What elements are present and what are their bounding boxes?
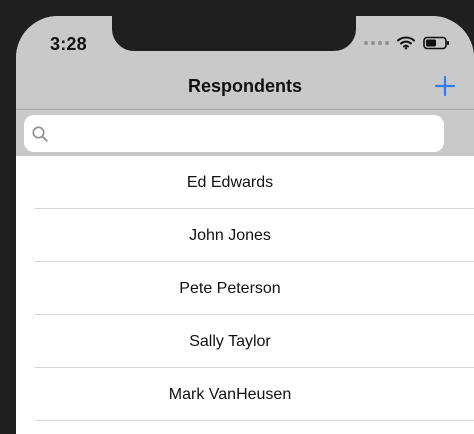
- add-respondent-button[interactable]: [434, 75, 456, 97]
- respondent-name: Ed Edwards: [186, 173, 274, 191]
- respondent-name: John Jones: [189, 226, 271, 244]
- navigation-divider: [16, 109, 474, 110]
- search-icon: [32, 125, 48, 142]
- device-notch: [112, 16, 356, 51]
- list-item[interactable]: Mark VanHeusen: [16, 368, 474, 421]
- search-field[interactable]: [24, 115, 444, 152]
- list-item[interactable]: Pete Peterson: [16, 262, 474, 315]
- phone-screen: 3:28 Respondents Ed Edwards John Jones P…: [16, 16, 474, 434]
- status-time: 3:28: [50, 34, 87, 54]
- list-item[interactable]: Ed Edwards: [16, 156, 474, 209]
- page-title: Respondents: [187, 76, 302, 96]
- plus-icon: [434, 75, 456, 97]
- list-item[interactable]: Sally Taylor: [16, 315, 474, 368]
- top-bar-area: 3:28 Respondents: [16, 16, 474, 156]
- respondent-name: Sally Taylor: [189, 332, 271, 350]
- respondent-list: Ed Edwards John Jones Pete Peterson Sall…: [16, 156, 474, 434]
- status-icons: [364, 36, 450, 50]
- respondent-name: Pete Peterson: [179, 279, 281, 297]
- battery-icon: [423, 36, 450, 50]
- list-item[interactable]: John Jones: [16, 209, 474, 262]
- respondent-name: Mark VanHeusen: [168, 385, 292, 403]
- app-screenshot: 3:28 Respondents Ed Edwards John Jones P…: [0, 0, 474, 434]
- wifi-icon: [397, 36, 415, 50]
- cellular-signal-icon: [364, 41, 389, 45]
- search-input[interactable]: [55, 118, 435, 149]
